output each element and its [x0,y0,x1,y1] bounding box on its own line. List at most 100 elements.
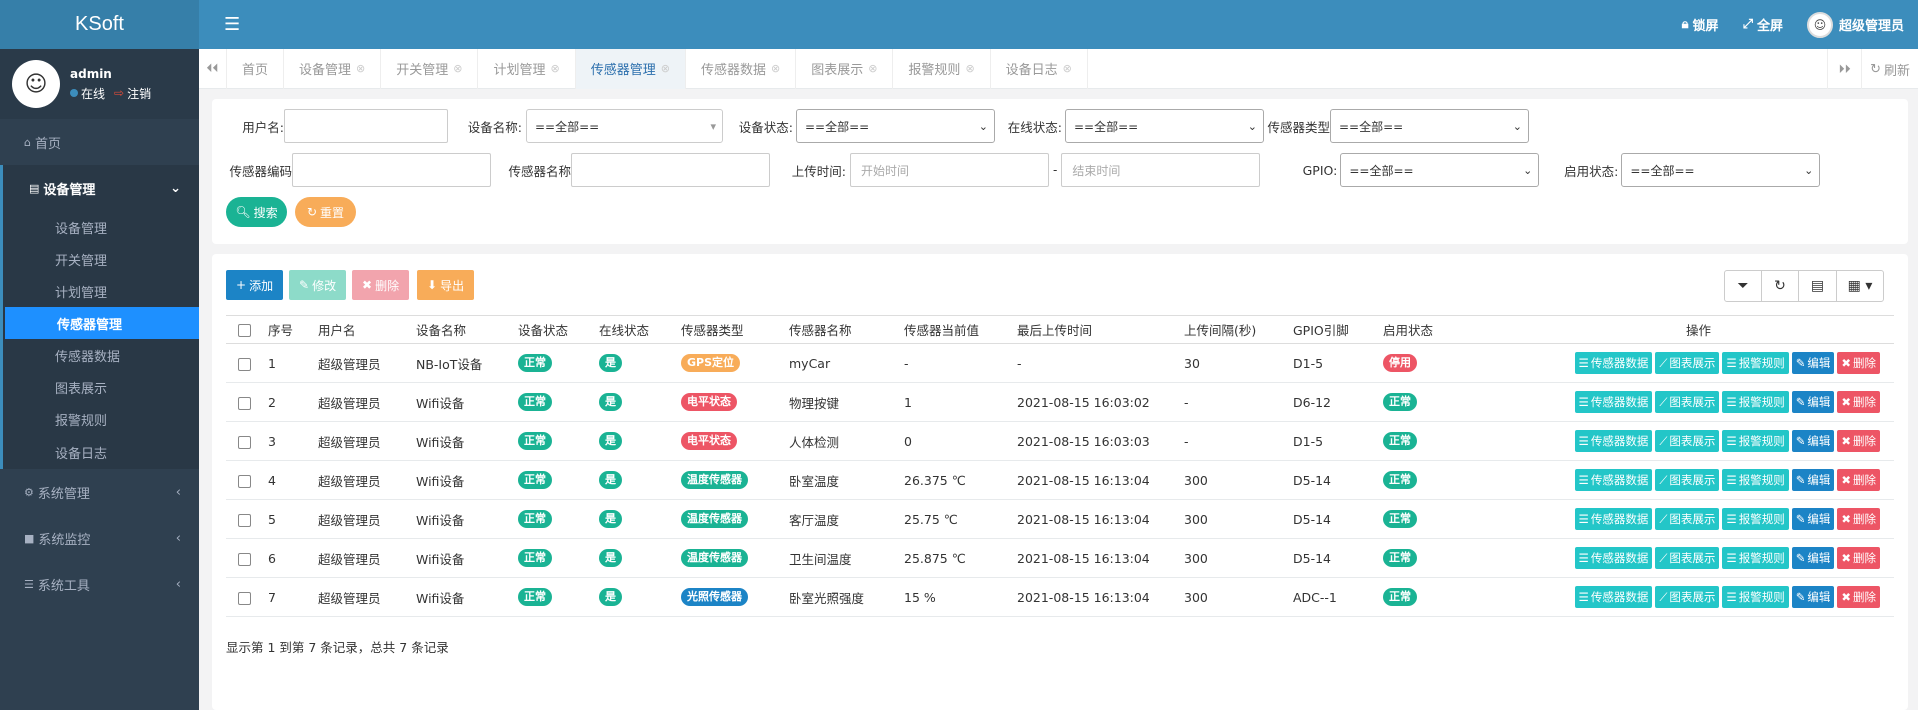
sensor-name-input[interactable] [571,153,770,187]
tab-device-log[interactable]: 设备日志 ⊗ [991,48,1088,89]
close-icon[interactable]: ⊗ [551,62,560,75]
end-time-input[interactable]: 结束时间 [1061,153,1261,187]
chart-button[interactable]: ⟋ 图表展示 [1655,469,1720,491]
col-header[interactable]: 序号 [262,315,312,344]
gpio-select[interactable]: ==全部== ⌄ [1340,153,1540,187]
sensor-code-input[interactable] [292,153,491,187]
col-header[interactable]: 传感器类型 [675,315,783,344]
table-row[interactable]: 2 超级管理员 Wifi设备 正常是电平状态 物理按键 1 2021-08-15 16:03… [226,382,1894,422]
logout-icon[interactable]: ⇨ [114,86,124,100]
sensor-data-button[interactable]: ☰ 传感器数据 [1574,430,1653,452]
tabs-back-icon[interactable]: ⏴⏴ [199,48,227,89]
chart-button[interactable]: ⟋ 图表展示 [1655,508,1720,530]
sensor-type-select[interactable]: ==全部== ⌄ [1330,109,1529,143]
sidebar-item-system-tools[interactable]: ☰ 系统工具 ‹ [0,561,199,607]
row-checkbox[interactable] [238,591,251,605]
sidebar-subitem[interactable]: 开关管理 [3,243,199,275]
alarm-rules-button[interactable]: ☰ 报警规则 [1722,391,1789,413]
delete-row-button[interactable]: ✖ 删除 [1837,547,1880,569]
tab-sensor-data[interactable]: 传感器数据 ⊗ [686,48,797,89]
alarm-rules-button[interactable]: ☰ 报警规则 [1722,430,1789,452]
delete-row-button[interactable]: ✖ 删除 [1837,508,1880,530]
delete-row-button[interactable]: ✖ 删除 [1837,430,1880,452]
close-icon[interactable]: ⊗ [1063,62,1072,75]
sensor-data-button[interactable]: ☰ 传感器数据 [1574,391,1653,413]
col-header[interactable]: 用户名 [312,315,410,344]
sensor-data-button[interactable]: ☰ 传感器数据 [1574,469,1653,491]
sensor-data-button[interactable]: ☰ 传感器数据 [1574,586,1653,608]
menu-toggle-icon[interactable]: ☰ [224,14,240,35]
close-icon[interactable]: ⊗ [771,62,780,75]
reset-button[interactable]: ↻ 重置 [295,197,356,227]
table-row[interactable]: 5 超级管理员 Wifi设备 正常是温度传感器 客厅温度 25.75 ℃ 2021-08-1… [226,499,1894,539]
edit-row-button[interactable]: ✎ 编辑 [1791,547,1835,569]
lock-screen-button[interactable]: 🔒︎ 锁屏 [1682,15,1719,34]
sidebar-item-home[interactable]: ⌂ 首页 [0,119,199,165]
logout-link[interactable]: 注销 [127,85,151,102]
row-checkbox[interactable] [238,435,251,449]
col-header[interactable]: 上传间隔(秒) [1178,315,1287,344]
refresh-table-icon[interactable]: ↻ [1761,270,1799,302]
sidebar-subitem[interactable]: 报警规则 [3,403,199,435]
col-header[interactable]: 启用状态 [1377,315,1497,344]
app-logo[interactable]: KSoft [0,0,199,49]
chart-button[interactable]: ⟋ 图表展示 [1655,352,1720,374]
edit-row-button[interactable]: ✎ 编辑 [1791,391,1835,413]
edit-button[interactable]: ✎ 修改 [289,270,347,300]
tab-switch-management[interactable]: 开关管理 ⊗ [381,48,479,89]
filter-toggle-icon[interactable]: ⏷ [1724,270,1762,302]
chart-button[interactable]: ⟋ 图表展示 [1655,586,1720,608]
alarm-rules-button[interactable]: ☰ 报警规则 [1722,586,1789,608]
row-checkbox[interactable] [238,357,251,371]
add-button[interactable]: + 添加 [226,270,284,300]
sidebar-subitem[interactable]: 图表展示 [3,371,199,403]
search-button[interactable]: 🔍︎ 搜索 [226,197,287,227]
table-row[interactable]: 3 超级管理员 Wifi设备 正常是电平状态 人体检测 0 2021-08-15 16:03… [226,421,1894,461]
edit-row-button[interactable]: ✎ 编辑 [1791,469,1835,491]
tab-plan-management[interactable]: 计划管理 ⊗ [478,48,576,89]
delete-row-button[interactable]: ✖ 删除 [1837,352,1880,374]
alarm-rules-button[interactable]: ☰ 报警规则 [1722,469,1789,491]
edit-row-button[interactable]: ✎ 编辑 [1791,352,1835,374]
delete-row-button[interactable]: ✖ 删除 [1837,469,1880,491]
row-checkbox[interactable] [238,396,251,410]
delete-row-button[interactable]: ✖ 删除 [1837,586,1880,608]
device-name-select[interactable]: ==全部== ▾ [526,109,723,143]
row-checkbox[interactable] [238,552,251,566]
table-row[interactable]: 1 超级管理员 NB-IoT设备 正常是 GPS定位 myCar - -30 D1-5 停用 ☰ 传感… [226,343,1894,383]
edit-row-button[interactable]: ✎ 编辑 [1791,508,1835,530]
sidebar-subitem[interactable]: 传感器数据 [3,339,199,371]
sensor-data-button[interactable]: ☰ 传感器数据 [1574,352,1653,374]
tab-device-management[interactable]: 设备管理 ⊗ [284,48,382,89]
col-header[interactable]: 最后上传时间 [1011,315,1178,344]
row-checkbox[interactable] [238,474,251,488]
tab-home[interactable]: 首页 [227,48,285,89]
start-time-input[interactable]: 开始时间 [850,153,1049,187]
col-header[interactable]: 传感器名称 [783,315,898,344]
device-status-select[interactable]: ==全部== ⌄ [796,109,995,143]
table-row[interactable]: 7 超级管理员 Wifi设备 正常是光照传感器 卧室光照强度 15 % 2021-08-15… [226,577,1894,617]
username-input[interactable] [284,109,448,143]
sidebar-subitem[interactable]: 设备管理 [3,211,199,243]
tab-chart-display[interactable]: 图表展示 ⊗ [796,48,894,89]
col-header[interactable]: 传感器当前值 [898,315,1011,344]
table-row[interactable]: 6 超级管理员 Wifi设备 正常是温度传感器 卫生间温度 25.875 ℃ 2021-08… [226,538,1894,578]
sensor-data-button[interactable]: ☰ 传感器数据 [1574,508,1653,530]
row-checkbox[interactable] [238,513,251,527]
select-all-checkbox[interactable] [238,324,251,337]
delete-row-button[interactable]: ✖ 删除 [1837,391,1880,413]
user-menu[interactable]: ☺ 超级管理员 [1806,11,1904,38]
close-icon[interactable]: ⊗ [868,62,877,75]
sidebar-subitem-active[interactable]: 传感器管理 [5,307,199,339]
sidebar-subitem[interactable]: 计划管理 [3,275,199,307]
table-row[interactable]: 4 超级管理员 Wifi设备 正常是温度传感器 卧室温度 26.375 ℃ 2021-08-… [226,460,1894,500]
alarm-rules-button[interactable]: ☰ 报警规则 [1722,547,1789,569]
col-header[interactable]: 在线状态 [593,315,675,344]
fullscreen-button[interactable]: ⤢ 全屏 [1743,15,1783,34]
close-icon[interactable]: ⊗ [453,62,462,75]
close-icon[interactable]: ⊗ [965,62,974,75]
tab-sensor-management[interactable]: 传感器管理 ⊗ [575,48,686,89]
col-header[interactable]: 设备状态 [512,315,593,344]
edit-row-button[interactable]: ✎ 编辑 [1791,430,1835,452]
close-icon[interactable]: ⊗ [356,62,365,75]
